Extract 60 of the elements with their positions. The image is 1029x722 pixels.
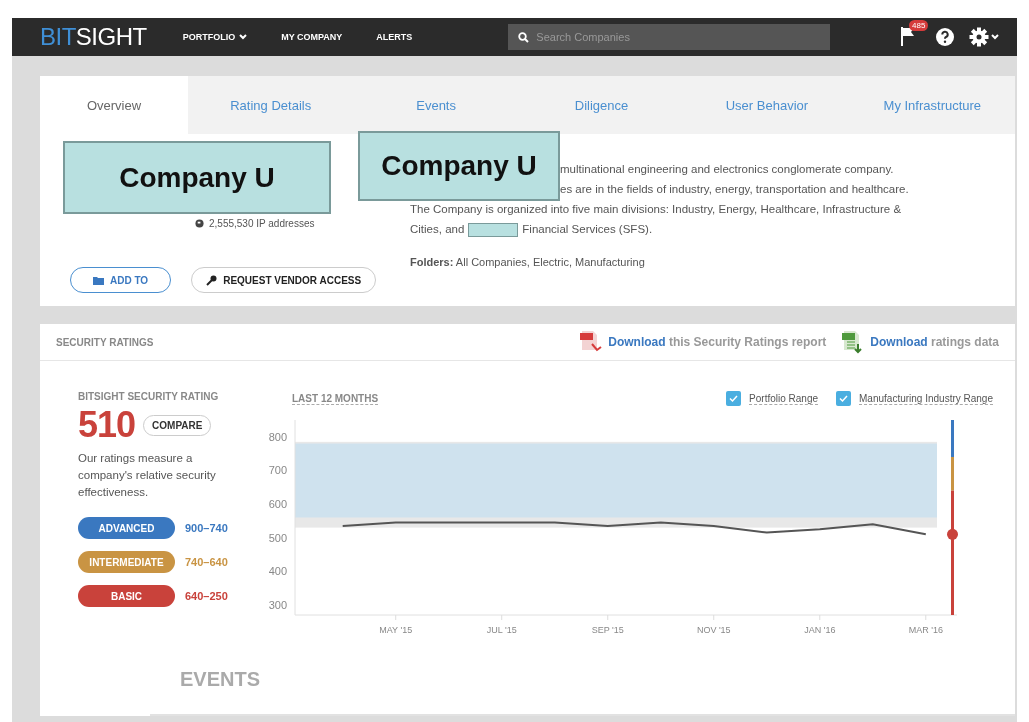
notification-badge: 485: [909, 20, 929, 31]
tier-range: 900–740: [185, 522, 228, 534]
ip-count: 2,555,530 IP addresses: [209, 218, 315, 229]
x-tick-label: MAR '16: [908, 625, 943, 635]
compare-button[interactable]: COMPARE: [143, 414, 212, 436]
y-tick-label: 800: [268, 430, 287, 443]
section-title: SECURITY RATINGS: [56, 336, 154, 348]
tier-range: 640–250: [185, 590, 228, 602]
tab[interactable]: User Behavior: [684, 76, 850, 134]
checkbox[interactable]: [726, 391, 742, 406]
flag-icon[interactable]: [901, 26, 915, 46]
request-vendor-access-button[interactable]: REQUEST VENDOR ACCESS: [191, 267, 377, 293]
download-text: Download this Security Ratings report: [608, 335, 827, 349]
nav-menu-item[interactable]: MY COMPANY: [281, 32, 343, 42]
rating-explanation: Our ratings measure a company's relative security effectiveness.: [78, 451, 217, 500]
y-tick-label: 700: [268, 464, 287, 477]
nav-menu-item[interactable]: PORTFOLIO: [182, 32, 248, 42]
download-text: Download ratings data: [870, 335, 999, 349]
x-tick-label: JAN '16: [804, 625, 836, 635]
folders-text: Folders: All Companies, Electric, Manufacturing: [410, 256, 646, 268]
y-tick-label: 500: [268, 531, 287, 544]
nav-menu-item[interactable]: ALERTS: [376, 32, 413, 42]
search-icon: [518, 31, 530, 43]
logo[interactable]: BITSIGHT: [40, 23, 147, 51]
tab[interactable]: Overview: [40, 76, 188, 134]
y-tick-label: 400: [268, 565, 287, 578]
tab[interactable]: Diligence: [518, 76, 685, 134]
add-to-button[interactable]: ADD TO: [70, 267, 172, 293]
folder-icon: [93, 275, 104, 285]
tier-pill: ADVANCED: [78, 517, 175, 539]
rating-label: BITSIGHT SECURITY RATING: [78, 391, 220, 402]
y-tick-label: 600: [268, 498, 287, 511]
settings-icon[interactable]: [969, 27, 1001, 47]
current-rating-dot: [947, 528, 958, 540]
tab[interactable]: Rating Details: [188, 76, 354, 134]
tab[interactable]: Events: [353, 76, 519, 134]
x-tick-label: JUL '15: [486, 625, 517, 635]
x-tick-label: SEP '15: [591, 625, 624, 635]
tier-range: 740–640: [185, 556, 228, 568]
pdf-file-icon: [580, 330, 603, 354]
download-link[interactable]: Download: [608, 335, 666, 349]
x-tick-label: NOV '15: [696, 625, 731, 635]
key-icon: [206, 274, 218, 286]
help-icon[interactable]: [935, 27, 955, 47]
tier-pill: INTERMEDIATE: [78, 551, 175, 573]
rating-score: 510: [78, 404, 136, 446]
period-label[interactable]: LAST 12 MONTHS: [292, 392, 379, 405]
checkbox[interactable]: [836, 391, 852, 406]
x-tick-label: MAY '15: [379, 625, 413, 635]
search-field[interactable]: Search Companies: [508, 24, 831, 50]
legend-label[interactable]: Portfolio Range: [749, 392, 819, 405]
company-name-label: Company U: [63, 141, 331, 214]
legend-label[interactable]: Manufacturing Industry Range: [859, 392, 993, 405]
y-tick-label: 300: [268, 598, 287, 611]
tab[interactable]: My Infrastructure: [849, 76, 1016, 134]
spreadsheet-file-icon: [842, 330, 865, 354]
download-link[interactable]: Download: [870, 335, 928, 349]
company-name-label: Company U: [358, 131, 560, 201]
tier-pill: BASIC: [78, 585, 175, 607]
events-heading: EVENTS: [180, 668, 261, 691]
